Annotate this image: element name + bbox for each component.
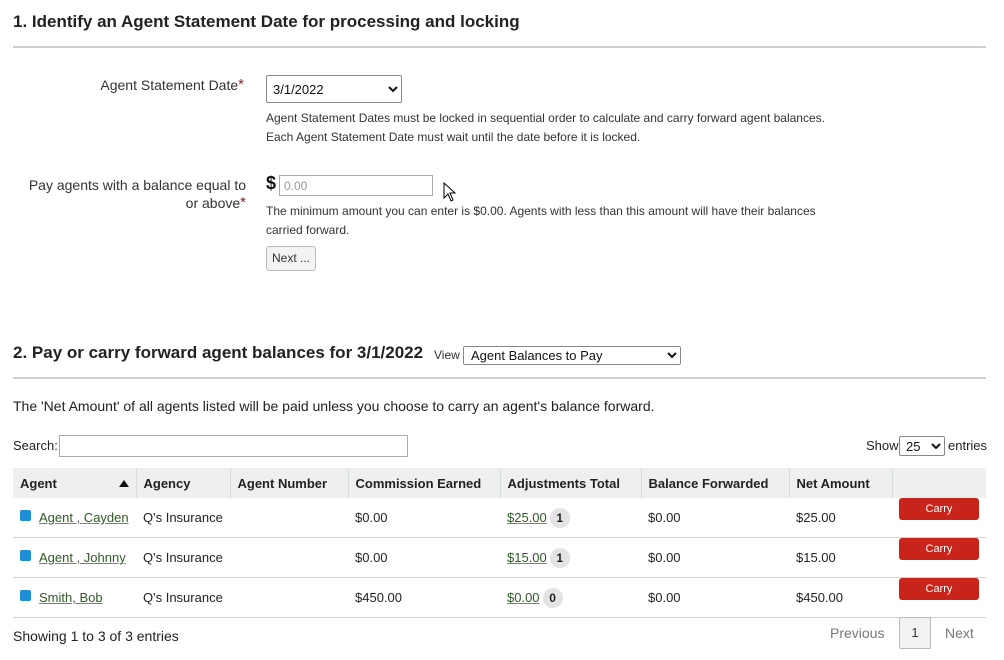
column-header-agency[interactable]: Agency bbox=[136, 468, 231, 498]
balance-forwarded-cell: $0.00 bbox=[641, 577, 789, 618]
adjustments-count-badge: 1 bbox=[549, 547, 570, 568]
section1-divider bbox=[13, 46, 986, 48]
column-header-actions bbox=[892, 468, 986, 498]
agency-cell: Q's Insurance bbox=[136, 498, 230, 538]
commission-cell: $0.00 bbox=[348, 537, 500, 578]
show-label: Show bbox=[866, 438, 899, 453]
agent-status-icon bbox=[20, 550, 31, 561]
adjustments-cell: $25.00 1 bbox=[500, 498, 641, 538]
pagination-previous[interactable]: Previous bbox=[830, 625, 884, 641]
adjustments-cell: $15.00 1 bbox=[500, 537, 641, 578]
table-row: Agent , Cayden Q's Insurance $0.00 $25.0… bbox=[13, 498, 986, 538]
required-mark: * bbox=[238, 76, 244, 93]
sort-ascending-icon bbox=[118, 479, 129, 487]
adjustments-link[interactable]: $15.00 bbox=[507, 550, 547, 565]
agent-statement-date-label: Agent Statement Date* bbox=[4, 76, 244, 94]
adjustments-cell: $0.00 0 bbox=[500, 577, 641, 618]
pay-threshold-label: Pay agents with a balance equal to or ab… bbox=[6, 176, 246, 212]
net-amount-cell: $15.00 bbox=[789, 537, 892, 578]
agent-status-icon bbox=[20, 510, 31, 521]
carry-forward-button[interactable]: Carry Forward bbox=[899, 578, 979, 617]
next-button[interactable]: Next ... bbox=[266, 246, 316, 271]
agent-link[interactable]: Agent , Cayden bbox=[39, 510, 129, 525]
adjustments-link[interactable]: $25.00 bbox=[507, 510, 547, 525]
agent-number-cell bbox=[230, 577, 348, 618]
amount-help-line-1: The minimum amount you can enter is $0.0… bbox=[266, 204, 816, 218]
pay-threshold-label-line-1: Pay agents with a balance equal to bbox=[28, 177, 246, 193]
required-mark: * bbox=[240, 194, 246, 211]
column-header-agent[interactable]: Agent bbox=[13, 468, 137, 498]
adjustments-count-badge: 0 bbox=[542, 587, 563, 608]
agent-cell: Smith, Bob bbox=[13, 577, 136, 618]
pay-threshold-label-text: or above bbox=[185, 195, 241, 211]
entries-label: entries bbox=[948, 438, 988, 453]
agent-statement-date-help: Agent Statement Dates must be locked in … bbox=[266, 109, 866, 147]
agent-link[interactable]: Agent , Johnny bbox=[39, 550, 126, 565]
carry-forward-button[interactable]: Carry Forward bbox=[899, 538, 979, 577]
action-cell: Carry Forward bbox=[892, 537, 986, 578]
agency-cell: Q's Insurance bbox=[136, 577, 230, 618]
agent-balances-table: Agent Agency Agent Number Commission Ear… bbox=[13, 468, 986, 618]
carry-forward-button[interactable]: Carry Forward bbox=[899, 498, 979, 537]
view-select[interactable]: Agent Balances to Pay bbox=[463, 346, 681, 365]
table-row: Agent , Johnny Q's Insurance $0.00 $15.0… bbox=[13, 537, 986, 578]
pagination-page-current[interactable]: 1 bbox=[899, 617, 931, 649]
adjustments-link[interactable]: $0.00 bbox=[507, 590, 540, 605]
date-help-line-1: Agent Statement Dates must be locked in … bbox=[266, 111, 825, 125]
commission-cell: $450.00 bbox=[348, 577, 500, 618]
agent-cell: Agent , Johnny bbox=[13, 537, 136, 578]
action-cell: Carry Forward bbox=[892, 498, 986, 538]
adjustments-count-badge: 1 bbox=[549, 507, 570, 528]
minimum-amount-input[interactable] bbox=[279, 175, 433, 196]
section2-divider bbox=[13, 377, 986, 379]
action-cell: Carry Forward bbox=[892, 577, 986, 618]
table-header-row: Agent Agency Agent Number Commission Ear… bbox=[13, 468, 986, 498]
section1-title: 1. Identify an Agent Statement Date for … bbox=[13, 12, 520, 31]
table-info: Showing 1 to 3 of 3 entries bbox=[13, 628, 179, 644]
agent-statement-date-select[interactable]: 3/1/2022 bbox=[266, 75, 402, 103]
search-label: Search: bbox=[13, 438, 58, 453]
table-intro-text: The 'Net Amount' of all agents listed wi… bbox=[13, 398, 655, 414]
currency-symbol: $ bbox=[266, 173, 277, 193]
date-help-line-2: Each Agent Statement Date must wait unti… bbox=[266, 130, 641, 144]
mouse-cursor-icon bbox=[443, 182, 457, 202]
column-header-agent-label: Agent bbox=[20, 475, 57, 491]
agent-cell: Agent , Cayden bbox=[13, 498, 136, 538]
pay-threshold-label-line-2: or above* bbox=[6, 194, 246, 212]
agency-cell: Q's Insurance bbox=[136, 537, 230, 578]
balance-forwarded-cell: $0.00 bbox=[641, 537, 789, 578]
column-header-adjustments-total[interactable]: Adjustments Total bbox=[500, 468, 642, 498]
agent-number-cell bbox=[230, 498, 348, 538]
section2-title: 2. Pay or carry forward agent balances f… bbox=[13, 343, 424, 362]
search-input[interactable] bbox=[59, 435, 408, 457]
minimum-amount-help: The minimum amount you can enter is $0.0… bbox=[266, 202, 866, 240]
page-length-select[interactable]: 25 bbox=[899, 436, 945, 456]
net-amount-cell: $25.00 bbox=[789, 498, 892, 538]
pagination-next[interactable]: Next bbox=[945, 625, 974, 641]
column-header-balance-forwarded[interactable]: Balance Forwarded bbox=[641, 468, 790, 498]
column-header-commission-earned[interactable]: Commission Earned bbox=[348, 468, 501, 498]
net-amount-cell: $450.00 bbox=[789, 577, 892, 618]
column-header-agent-number[interactable]: Agent Number bbox=[230, 468, 349, 498]
agent-number-cell bbox=[230, 537, 348, 578]
amount-help-line-2: carried forward. bbox=[266, 223, 350, 237]
balance-forwarded-cell: $0.00 bbox=[641, 498, 789, 538]
commission-cell: $0.00 bbox=[348, 498, 500, 538]
agent-link[interactable]: Smith, Bob bbox=[39, 590, 103, 605]
agent-status-icon bbox=[20, 590, 31, 601]
column-header-net-amount[interactable]: Net Amount bbox=[789, 468, 893, 498]
table-row: Smith, Bob Q's Insurance $450.00 $0.00 0 … bbox=[13, 577, 986, 618]
view-label: View bbox=[434, 348, 460, 362]
agent-statement-date-label-text: Agent Statement Date bbox=[100, 77, 239, 93]
